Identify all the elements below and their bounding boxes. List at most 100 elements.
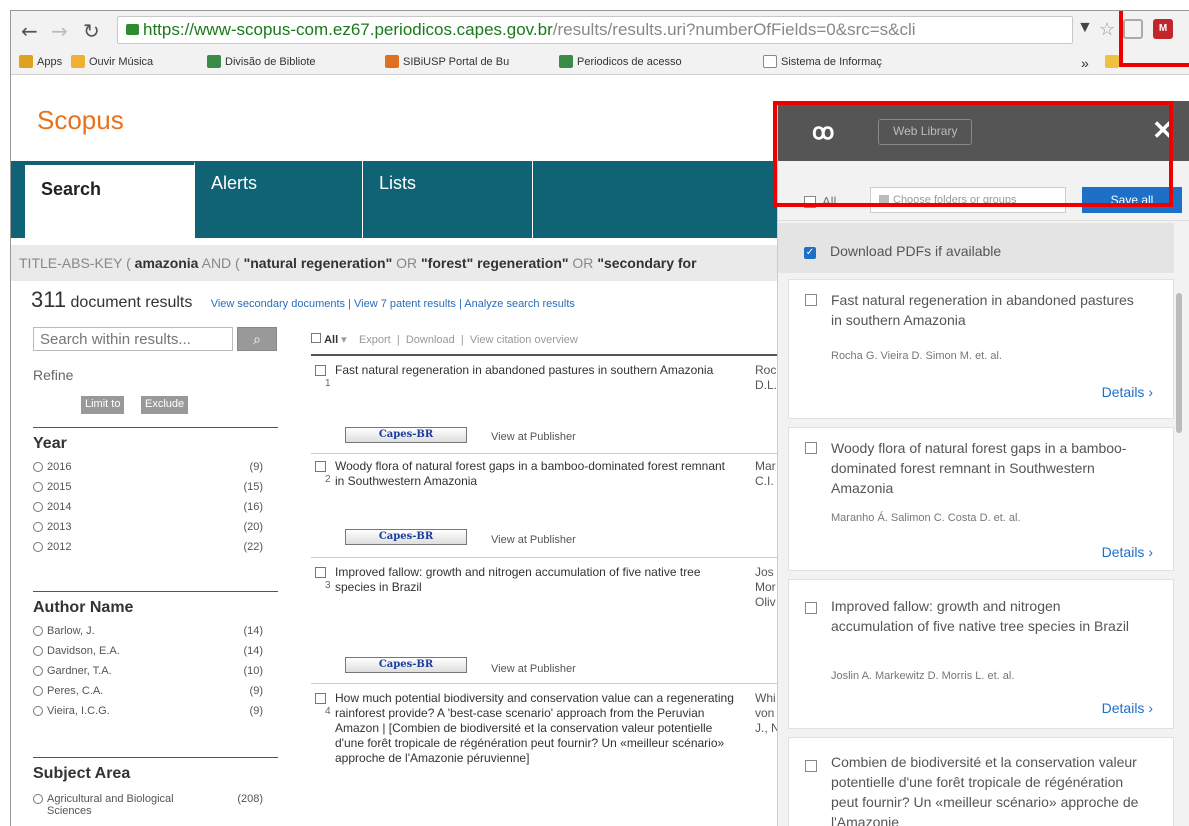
tab-lists[interactable]: Lists xyxy=(363,161,533,238)
result-checkbox[interactable] xyxy=(315,365,326,376)
mendeley-result-card: Fast natural regeneration in abandoned p… xyxy=(788,279,1174,419)
card-title: Woody flora of natural forest gaps in a … xyxy=(831,440,1127,496)
url-path: /results/results.uri?numberOfFields=0&sr… xyxy=(552,20,916,39)
download-pdfs-label[interactable]: Download PDFs if available xyxy=(830,243,1001,259)
address-bar[interactable]: https://www-scopus-com.ez67.periodicos.c… xyxy=(117,16,1073,44)
capes-link-button[interactable]: Capes-BR xyxy=(345,657,467,673)
capes-link-button[interactable]: Capes-BR xyxy=(345,529,467,545)
tab-alerts[interactable]: Alerts xyxy=(195,161,363,238)
bookmark-icon xyxy=(559,55,573,68)
tab-search[interactable]: Search xyxy=(25,161,195,238)
panel-scrollbar[interactable] xyxy=(1176,293,1182,433)
reload-icon[interactable]: ↻ xyxy=(83,19,100,43)
facet-item[interactable]: 2013 (20) xyxy=(33,521,263,533)
card-checkbox[interactable] xyxy=(805,294,817,306)
result-title[interactable]: Fast natural regeneration in abandoned p… xyxy=(335,363,735,378)
lock-icon xyxy=(126,24,139,35)
export-button[interactable]: Export xyxy=(359,334,391,346)
bookmark-apps[interactable]: Apps xyxy=(19,55,62,68)
bookmark-periodicos[interactable]: Periodicos de acesso xyxy=(559,55,682,68)
bookmark-icon xyxy=(71,55,85,68)
facet-item[interactable]: Barlow, J. (14) xyxy=(33,625,263,637)
view-publisher-link[interactable]: View at Publisher xyxy=(491,663,576,675)
exclude-button[interactable]: Exclude xyxy=(141,396,189,414)
browser-window: ← → ↻ https://www-scopus-com.ez67.period… xyxy=(10,10,1189,826)
mendeley-result-card: Combien de biodiversité et la conservati… xyxy=(788,737,1174,826)
result-checkbox[interactable] xyxy=(315,567,326,578)
scopus-logo[interactable]: Scopus xyxy=(37,105,124,136)
select-all-checkbox[interactable] xyxy=(311,333,321,343)
details-link[interactable]: Details › xyxy=(1102,544,1153,560)
card-title: Fast natural regeneration in abandoned p… xyxy=(831,292,1134,328)
highlight-box xyxy=(1119,11,1189,67)
search-icon: ⌕ xyxy=(253,331,261,347)
result-title[interactable]: How much potential biodiversity and cons… xyxy=(335,691,735,766)
card-authors: Maranho Á. Salimon C. Costa D. et. al. xyxy=(831,512,1021,524)
apps-icon xyxy=(19,55,33,68)
facet-item[interactable]: Agricultural and Biological Sciences (208… xyxy=(33,793,263,817)
facet-year-title: Year xyxy=(33,427,278,453)
bookmark-sibiusp[interactable]: SIBiUSP Portal de Bu xyxy=(385,55,509,68)
bookmark-icon xyxy=(207,55,221,68)
facet-item[interactable]: 2015 (15) xyxy=(33,481,263,493)
facet-item[interactable]: Peres, C.A. (9) xyxy=(33,685,263,697)
card-checkbox[interactable] xyxy=(805,760,817,772)
capes-link-button[interactable]: Capes-BR xyxy=(345,427,467,443)
bookmark-sistema[interactable]: Sistema de Informaç xyxy=(763,55,882,68)
results-toolbar: All ▾ Export | Download | View citation … xyxy=(311,333,781,356)
card-title: Combien de biodiversité et la conservati… xyxy=(831,754,1139,826)
result-title[interactable]: Woody flora of natural forest gaps in a … xyxy=(335,459,735,489)
bookmarks-bar: Apps Ouvir Música Divisão de Bibliote SI… xyxy=(11,49,1189,75)
bookmark-icon xyxy=(385,55,399,68)
download-button[interactable]: Download xyxy=(406,334,455,346)
back-icon[interactable]: ← xyxy=(21,19,38,43)
select-all-label[interactable]: All xyxy=(324,334,338,346)
bookmark-ouvir-musica[interactable]: Ouvir Música xyxy=(71,55,153,68)
facet-item[interactable]: Davidson, E.A. (14) xyxy=(33,645,263,657)
star-icon[interactable]: ☆ xyxy=(1099,19,1119,39)
facet-author-title: Author Name xyxy=(33,591,278,617)
bookmarks-more[interactable]: » xyxy=(1081,55,1089,71)
mendeley-result-card: Improved fallow: growth and nitrogen acc… xyxy=(788,579,1174,729)
details-link[interactable]: Details › xyxy=(1102,384,1153,400)
pin-icon[interactable]: ▼ xyxy=(1077,19,1097,39)
card-authors: Rocha G. Vieira D. Simon M. et. al. xyxy=(831,350,1002,362)
search-within-button[interactable]: ⌕ xyxy=(237,327,277,351)
search-query: TITLE-ABS-KEY ( amazonia AND ( "natural … xyxy=(11,245,781,281)
mendeley-web-importer-panel: ꝏ Web Library ✕ All Choose folders or gr… xyxy=(777,101,1189,826)
page-icon xyxy=(763,55,777,68)
card-checkbox[interactable] xyxy=(805,602,817,614)
card-title: Improved fallow: growth and nitrogen acc… xyxy=(831,598,1130,634)
results-links[interactable]: View secondary documents | View 7 patent… xyxy=(211,298,575,310)
facet-subject-title: Subject Area xyxy=(33,757,278,783)
result-title[interactable]: Improved fallow: growth and nitrogen acc… xyxy=(335,565,735,595)
details-link[interactable]: Details › xyxy=(1102,700,1153,716)
facet-item[interactable]: 2016 (9) xyxy=(33,461,263,473)
facet-item[interactable]: 2014 (16) xyxy=(33,501,263,513)
result-row: 1 Fast natural regeneration in abandoned… xyxy=(311,363,781,453)
view-publisher-link[interactable]: View at Publisher xyxy=(491,431,576,443)
forward-icon[interactable]: → xyxy=(51,19,68,43)
download-pdfs-checkbox[interactable]: ✓ xyxy=(804,247,816,259)
card-authors: Joslin A. Markewitz D. Morris L. et. al. xyxy=(831,670,1015,682)
result-checkbox[interactable] xyxy=(315,693,326,704)
other-bookmarks[interactable] xyxy=(1105,55,1119,68)
divider xyxy=(311,683,781,684)
highlight-box xyxy=(773,101,1173,207)
url-host: https://www-scopus-com.ez67.periodicos.c… xyxy=(143,20,553,39)
results-count: 311 document results View secondary docu… xyxy=(31,287,575,312)
result-checkbox[interactable] xyxy=(315,461,326,472)
facet-item[interactable]: Gardner, T.A. (10) xyxy=(33,665,263,677)
search-within-input[interactable] xyxy=(33,327,233,351)
result-row: 3 Improved fallow: growth and nitrogen a… xyxy=(311,565,781,685)
card-checkbox[interactable] xyxy=(805,442,817,454)
mendeley-result-card: Woody flora of natural forest gaps in a … xyxy=(788,427,1174,571)
citation-overview-button[interactable]: View citation overview xyxy=(470,334,578,346)
facet-item[interactable]: 2012 (22) xyxy=(33,541,263,553)
refine-label: Refine xyxy=(33,367,74,383)
bookmark-divisao[interactable]: Divisão de Bibliote xyxy=(207,55,316,68)
divider xyxy=(311,557,781,558)
view-publisher-link[interactable]: View at Publisher xyxy=(491,534,576,546)
facet-item[interactable]: Vieira, I.C.G. (9) xyxy=(33,705,263,717)
limit-to-button[interactable]: Limit to xyxy=(81,396,125,414)
